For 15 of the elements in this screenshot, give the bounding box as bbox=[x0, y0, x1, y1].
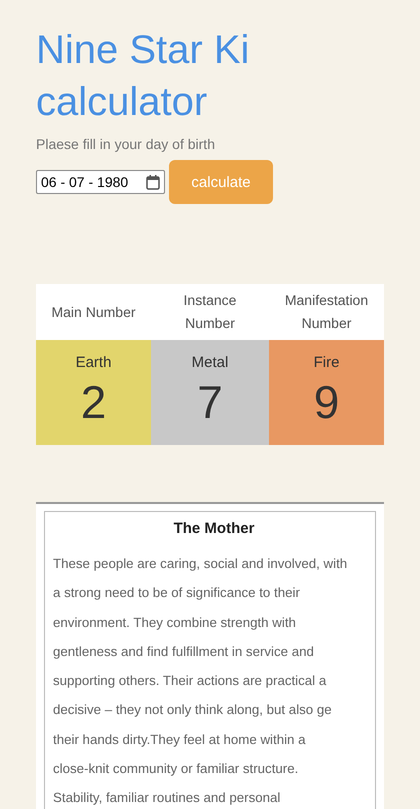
date-field[interactable]: 06 - 07 - 1980 bbox=[36, 170, 165, 194]
calendar-icon[interactable] bbox=[146, 175, 160, 190]
element-name: Metal bbox=[192, 354, 228, 371]
star-number: 9 bbox=[314, 375, 340, 429]
star-number: 2 bbox=[80, 375, 106, 429]
page-title: Nine Star Ki calculator bbox=[36, 27, 250, 126]
form-label: Plaese fill in your day of birth bbox=[36, 136, 216, 152]
column-heading: Manifestation Number bbox=[269, 284, 384, 340]
column-heading: Instance Number bbox=[151, 284, 269, 340]
column-heading: Main Number bbox=[36, 284, 151, 340]
element-name: Fire bbox=[314, 354, 340, 371]
description-title: The Mother bbox=[172, 520, 256, 537]
star-number: 7 bbox=[197, 375, 223, 429]
description-text: These people are caring, social and involved, with a strong need to be of significance to their environment. They combine strength with gentleness and find fulfillment in service and supporting others. Their actions are practical a decisive – they not only think along, but also ge their hands dirty.They feel at home within a close-knit community or familiar structure. Stability, familiar routines and personal bbox=[53, 555, 348, 808]
element-name: Earth bbox=[76, 354, 112, 371]
